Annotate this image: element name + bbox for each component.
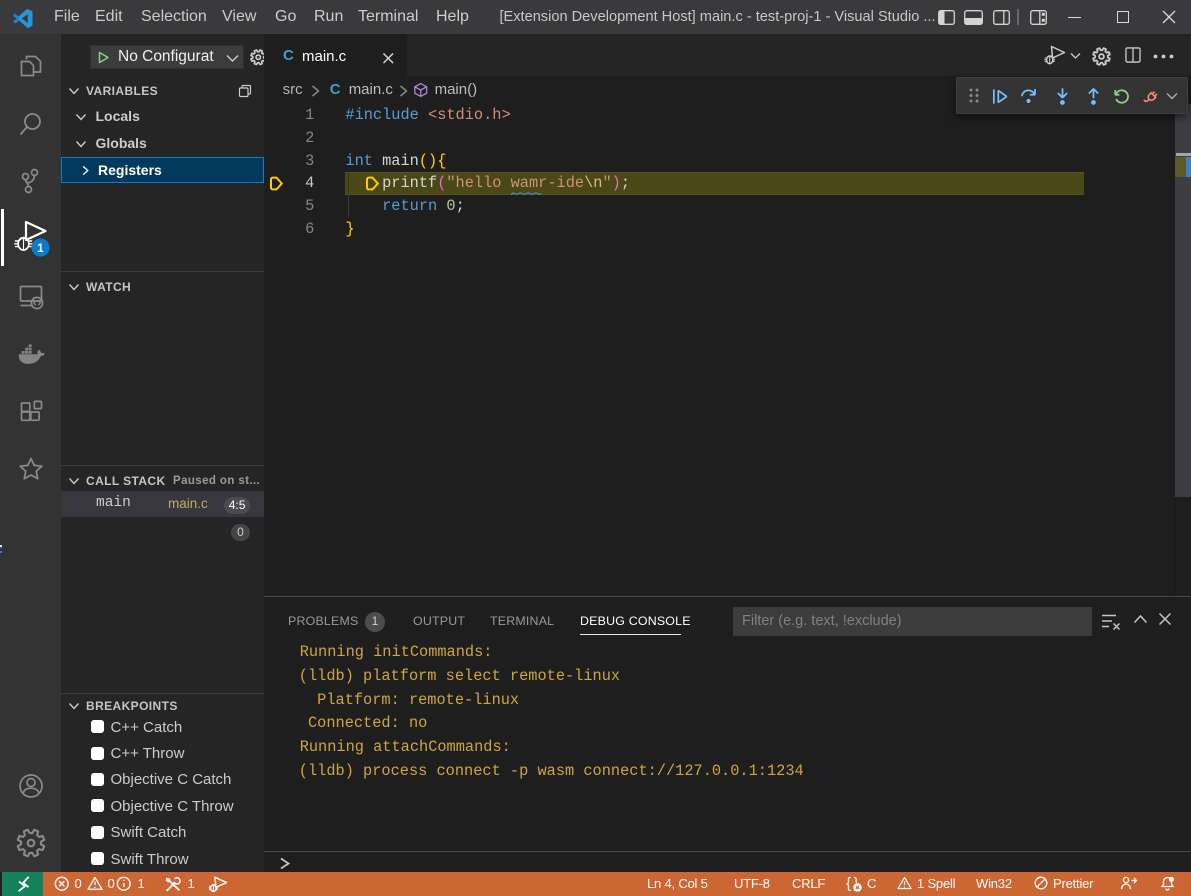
svg-text:1: 1 <box>38 243 45 255</box>
